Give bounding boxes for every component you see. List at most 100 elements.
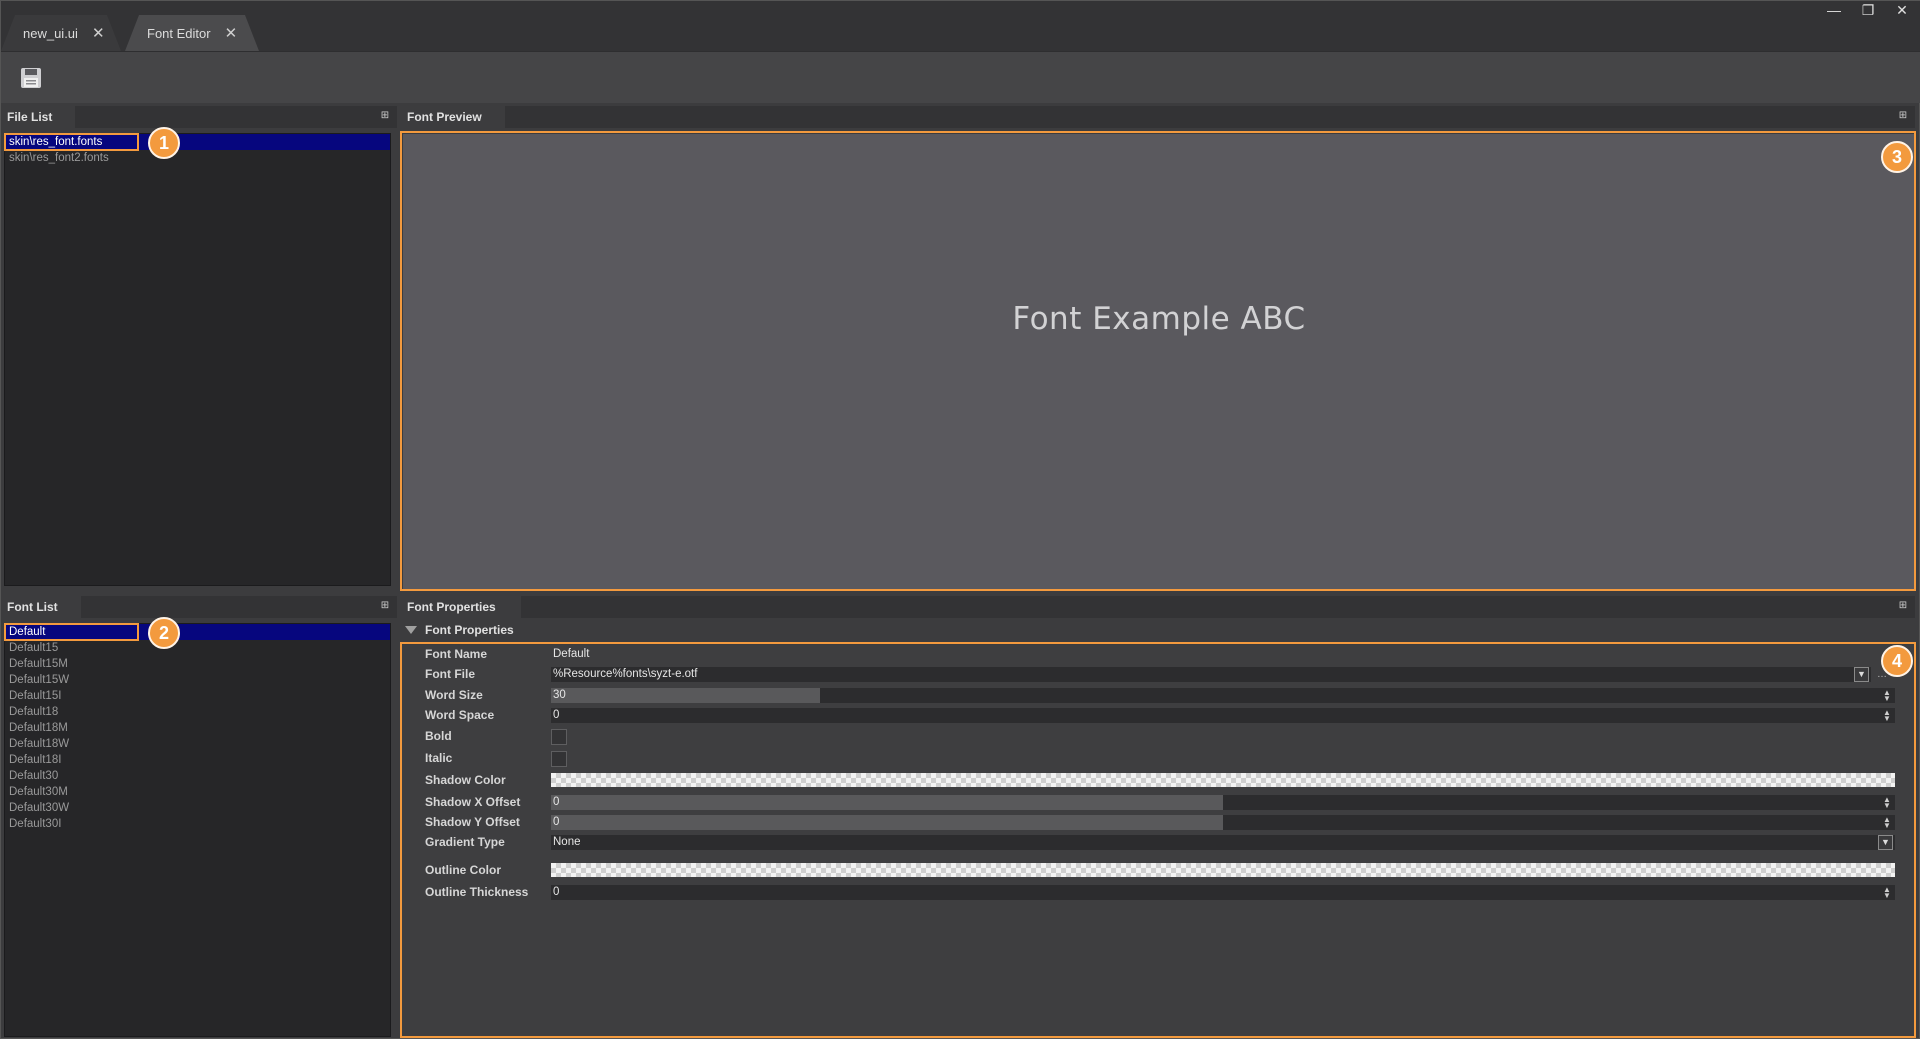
spin-arrows-icon[interactable]: ▲ ▼ (1883, 796, 1891, 810)
prop-label: Font File (425, 667, 475, 681)
word-size-value: 30 (553, 689, 566, 701)
prop-label: Shadow X Offset (425, 795, 521, 809)
font-preview-canvas: Font Example ABC (403, 134, 1915, 590)
font-file-select[interactable]: %Resource%fonts\syzt-e.otf ▼ (551, 667, 1871, 682)
callout-badge: 3 (1881, 141, 1913, 173)
font-list-item[interactable]: Default15 (5, 640, 390, 656)
outline-thickness-input[interactable]: 0 ▲ ▼ (551, 885, 1895, 900)
font-list-title[interactable]: Font List (1, 596, 81, 618)
prop-label: Gradient Type (425, 835, 505, 849)
shadow-y-slider[interactable]: 0 ▲ ▼ (551, 815, 1895, 830)
prop-label: Shadow Color (425, 773, 506, 787)
spin-arrows-icon[interactable]: ▲ ▼ (1883, 886, 1891, 900)
preview-sample-text: Font Example ABC (1012, 301, 1306, 337)
prop-shadow-x: Shadow X Offset 0 ▲ ▼ (401, 792, 1915, 812)
outline-color-picker[interactable] (551, 863, 1895, 877)
file-list-item[interactable]: skin\res_font2.fonts (5, 150, 390, 166)
prop-font-name: Font Name Default (401, 644, 1915, 664)
gradient-type-select[interactable]: None ▼ (551, 835, 1895, 850)
tab-new-ui[interactable]: new_ui.ui ✕ (1, 15, 121, 51)
gradient-type-value: None (553, 836, 581, 848)
tab-font-editor[interactable]: Font Editor ✕ (125, 15, 259, 51)
prop-word-size: Word Size 30 ▲ ▼ (401, 685, 1915, 705)
prop-label: Outline Thickness (425, 885, 529, 899)
word-space-input[interactable]: 0 ▲ ▼ (551, 708, 1895, 723)
callout-badge: 1 (148, 127, 180, 159)
font-list-item[interactable]: Default18W (5, 736, 390, 752)
minimize-icon[interactable]: — (1821, 1, 1847, 19)
spin-arrows-icon[interactable]: ▲ ▼ (1883, 709, 1891, 723)
properties-section-header[interactable]: Font Properties (401, 620, 1915, 640)
shadow-x-slider[interactable]: 0 ▲ ▼ (551, 795, 1895, 810)
font-preview-title[interactable]: Font Preview (401, 106, 505, 128)
prop-outline-color: Outline Color (401, 860, 1915, 880)
font-name-value[interactable]: Default (551, 647, 589, 662)
prop-word-space: Word Space 0 ▲ ▼ (401, 705, 1915, 725)
pin-icon[interactable]: ⊞ (379, 110, 391, 122)
section-title: Font Properties (425, 623, 514, 637)
spin-arrows-icon[interactable]: ▲ ▼ (1883, 689, 1891, 703)
prop-gradient-type: Gradient Type None ▼ (401, 832, 1915, 852)
font-list-item[interactable]: Default15W (5, 672, 390, 688)
spin-arrows-icon[interactable]: ▲ ▼ (1883, 816, 1891, 830)
font-list-item[interactable]: Default (5, 624, 390, 640)
font-list: Default Default15 Default15M Default15W … (4, 623, 391, 1037)
pin-icon[interactable]: ⊞ (379, 600, 391, 612)
shadow-y-value: 0 (553, 816, 560, 828)
prop-shadow-color: Shadow Color (401, 770, 1915, 790)
font-list-item[interactable]: Default18 (5, 704, 390, 720)
tab-label: new_ui.ui (23, 25, 78, 41)
collapse-triangle-icon[interactable] (405, 626, 417, 634)
font-list-item[interactable]: Default30 (5, 768, 390, 784)
prop-shadow-y: Shadow Y Offset 0 ▲ ▼ (401, 812, 1915, 832)
tab-label: Font Editor (147, 25, 211, 41)
prop-label: Bold (425, 729, 452, 743)
close-icon[interactable]: ✕ (92, 24, 105, 42)
window-controls: — ❐ ✕ (1821, 1, 1915, 19)
restore-icon[interactable]: ❐ (1855, 1, 1881, 19)
word-size-slider[interactable]: 30 ▲ ▼ (551, 688, 1895, 703)
bold-checkbox[interactable] (551, 729, 567, 745)
shadow-color-picker[interactable] (551, 773, 1895, 787)
font-list-item[interactable]: Default15I (5, 688, 390, 704)
file-list-header: File List ⊞ (1, 106, 397, 128)
font-list-item[interactable]: Default30W (5, 800, 390, 816)
close-icon[interactable]: ✕ (225, 24, 238, 42)
save-icon (21, 68, 41, 88)
callout-badge: 2 (148, 617, 180, 649)
tab-bar: new_ui.ui ✕ Font Editor ✕ — ❐ ✕ (1, 1, 1920, 51)
file-list-item[interactable]: skin\res_font.fonts (5, 134, 390, 150)
prop-outline-thickness: Outline Thickness 0 ▲ ▼ (401, 882, 1915, 902)
italic-checkbox[interactable] (551, 751, 567, 767)
font-file-value: %Resource%fonts\syzt-e.otf (553, 668, 698, 680)
prop-label: Word Space (425, 708, 495, 722)
word-space-value: 0 (553, 709, 560, 721)
pin-icon[interactable]: ⊞ (1897, 600, 1909, 612)
slider-fill (551, 815, 1223, 830)
prop-label: Outline Color (425, 863, 501, 877)
file-list-title[interactable]: File List (1, 106, 75, 128)
chevron-down-icon[interactable]: ▼ (1854, 667, 1869, 682)
font-editor-window: new_ui.ui ✕ Font Editor ✕ — ❐ ✕ File Lis… (0, 0, 1920, 1039)
font-list-item[interactable]: Default30I (5, 816, 390, 832)
pin-icon[interactable]: ⊞ (1897, 110, 1909, 122)
prop-label: Italic (425, 751, 453, 765)
slider-fill (551, 795, 1223, 810)
font-properties-title[interactable]: Font Properties (401, 596, 521, 618)
prop-label: Word Size (425, 688, 483, 702)
slider-fill (551, 688, 820, 703)
outline-thickness-value: 0 (553, 886, 560, 898)
save-button[interactable] (19, 66, 43, 90)
shadow-x-value: 0 (553, 796, 560, 808)
close-window-icon[interactable]: ✕ (1889, 1, 1915, 19)
chevron-down-icon[interactable]: ▼ (1878, 835, 1893, 850)
prop-label: Shadow Y Offset (425, 815, 520, 829)
font-list-item[interactable]: Default18I (5, 752, 390, 768)
prop-bold: Bold (401, 726, 1915, 746)
callout-badge: 4 (1881, 645, 1913, 677)
font-list-item[interactable]: Default30M (5, 784, 390, 800)
font-preview-header: Font Preview ⊞ (401, 106, 1915, 128)
font-list-item[interactable]: Default15M (5, 656, 390, 672)
prop-font-file: Font File %Resource%fonts\syzt-e.otf ▼ … (401, 664, 1915, 684)
font-list-item[interactable]: Default18M (5, 720, 390, 736)
